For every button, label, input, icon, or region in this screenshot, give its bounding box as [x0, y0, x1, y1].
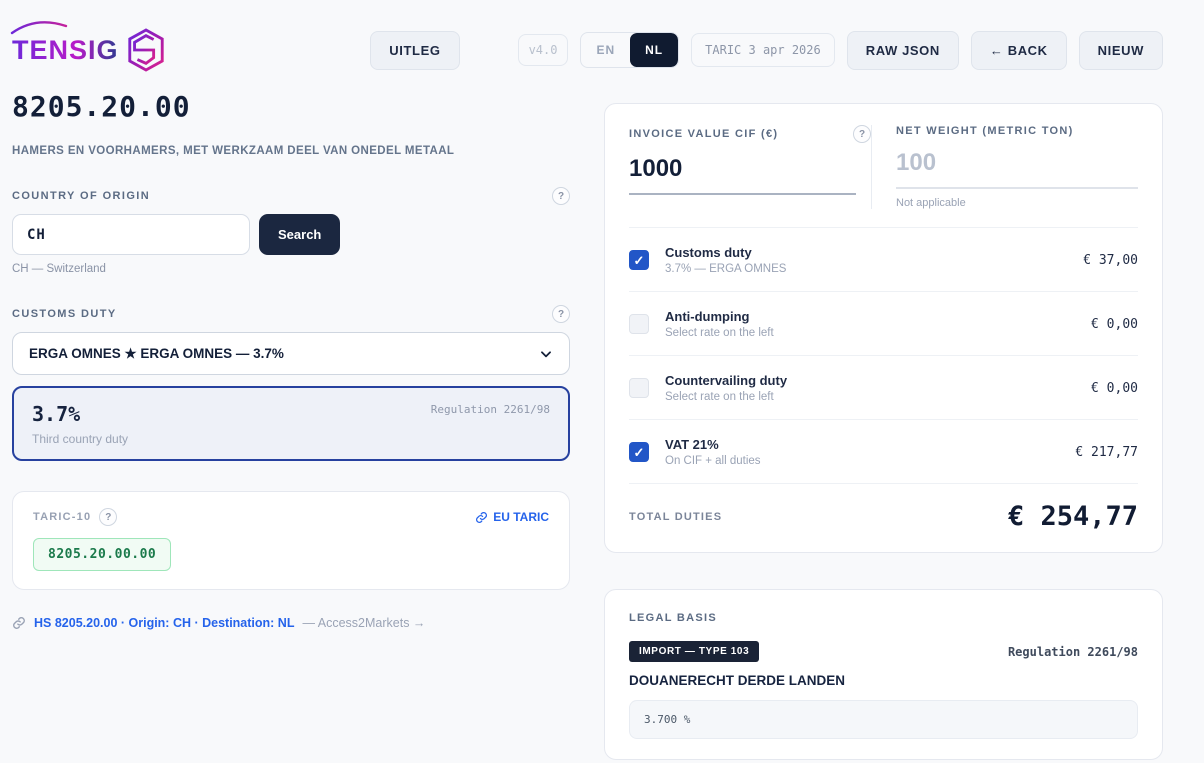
duty-amount: € 37,00: [1083, 253, 1138, 268]
header-controls: v4.0 EN NL TARIC 3 apr 2026 RAW JSON ← B…: [518, 31, 1163, 70]
net-weight-section: NET WEIGHT (METRIC TON) Not applicable: [871, 125, 1138, 209]
lang-nl-button[interactable]: NL: [630, 33, 678, 67]
duty-subtitle: Select rate on the left: [665, 391, 787, 403]
taric-help-icon[interactable]: ?: [99, 508, 117, 526]
taric-code-badge: 8205.20.00.00: [33, 538, 171, 571]
duty-amount: € 0,00: [1091, 317, 1138, 332]
duty-title: Anti-dumping: [665, 309, 774, 324]
taric-label: TARIC-10: [33, 511, 91, 523]
brand-wordmark: TENSIG: [12, 35, 119, 66]
legal-basis-card: LEGAL BASIS IMPORT — TYPE 103 Regulation…: [604, 589, 1163, 760]
invoice-value-input[interactable]: [629, 155, 856, 195]
duty-subtitle: 3.7% — ERGA OMNES: [665, 263, 786, 275]
uitleg-button[interactable]: UITLEG: [370, 31, 459, 70]
duty-rows-list: ✓ Customs duty 3.7% — ERGA OMNES € 37,00…: [629, 227, 1138, 484]
origin-help-icon[interactable]: ?: [552, 187, 570, 205]
duty-title: Countervailing duty: [665, 373, 787, 388]
page: TENSIG UITLEG v4.0 EN NL TARIC 3 apr 202…: [0, 0, 1204, 760]
lang-en-button[interactable]: EN: [581, 33, 630, 67]
language-toggle[interactable]: EN NL: [580, 32, 679, 68]
link-icon: [475, 511, 488, 524]
taric-date-badge: TARIC 3 apr 2026: [691, 33, 835, 67]
net-weight-note: Not applicable: [896, 197, 1138, 209]
total-duties-row: TOTAL DUTIES € 254,77: [629, 484, 1138, 532]
search-button[interactable]: Search: [259, 214, 340, 255]
rate-regulation: Regulation 2261/98: [431, 403, 550, 416]
legal-regulation: Regulation 2261/98: [1008, 645, 1138, 659]
legal-basis-label: LEGAL BASIS: [629, 612, 1138, 624]
invoice-value-section: INVOICE VALUE CIF (€) ?: [629, 125, 871, 209]
eu-taric-link[interactable]: EU TARIC: [475, 510, 549, 524]
back-button[interactable]: ← BACK: [971, 31, 1067, 70]
origin-result-text: CH — Switzerland: [12, 263, 570, 275]
brand-hexagon-icon: [125, 27, 167, 73]
customs-duty-label: CUSTOMS DUTY: [12, 308, 117, 320]
duty-row: ✓ Anti-dumping Select rate on the left €…: [629, 292, 1138, 356]
check-icon: ✓: [634, 446, 645, 459]
access2markets-link[interactable]: — Access2Markets →: [302, 616, 425, 630]
duty-checkbox[interactable]: ✓: [629, 378, 649, 398]
total-duties-label: TOTAL DUTIES: [629, 511, 722, 523]
duty-subtitle: Select rate on the left: [665, 327, 774, 339]
invoice-value-label: INVOICE VALUE CIF (€): [629, 128, 778, 140]
calculator-panel: INVOICE VALUE CIF (€) ? NET WEIGHT (METR…: [604, 72, 1163, 760]
customs-duty-help-icon[interactable]: ?: [552, 305, 570, 323]
brand-logo: TENSIG: [12, 27, 167, 73]
origin-input[interactable]: [12, 214, 250, 255]
duty-amount: € 0,00: [1091, 381, 1138, 396]
duty-title: Customs duty: [665, 245, 786, 260]
header: TENSIG UITLEG v4.0 EN NL TARIC 3 apr 202…: [12, 0, 1163, 72]
duty-checkbox[interactable]: ✓: [629, 314, 649, 334]
duty-row: ✓ Countervailing duty Select rate on the…: [629, 356, 1138, 420]
duty-title: VAT 21%: [665, 437, 761, 452]
total-duties-amount: € 254,77: [1008, 501, 1138, 532]
duty-calculator-card: INVOICE VALUE CIF (€) ? NET WEIGHT (METR…: [604, 103, 1163, 553]
breadcrumb: HS 8205.20.00 · Origin: CH · Destination…: [12, 616, 570, 630]
product-panel: 8205.20.00 HAMERS EN VOORHAMERS, MET WER…: [12, 72, 570, 760]
customs-duty-select[interactable]: ERGA OMNES ★ ERGA OMNES — 3.7%: [12, 332, 570, 375]
raw-json-button[interactable]: RAW JSON: [847, 31, 959, 70]
duty-checkbox[interactable]: ✓: [629, 250, 649, 270]
hs-code-title: 8205.20.00: [12, 90, 570, 123]
duty-checkbox[interactable]: ✓: [629, 442, 649, 462]
import-type-badge: IMPORT — TYPE 103: [629, 641, 759, 662]
country-of-origin-label: COUNTRY OF ORIGIN: [12, 190, 150, 202]
version-badge: v4.0: [518, 34, 569, 66]
link-icon: [12, 616, 26, 630]
legal-rate-box: 3.700 %: [629, 700, 1138, 739]
check-icon: ✓: [634, 254, 645, 267]
duty-row: ✓ Customs duty 3.7% — ERGA OMNES € 37,00: [629, 228, 1138, 292]
eu-taric-link-label: EU TARIC: [493, 510, 549, 524]
breadcrumb-links[interactable]: HS 8205.20.00 · Origin: CH · Destination…: [34, 616, 294, 630]
main-content: 8205.20.00 HAMERS EN VOORHAMERS, MET WER…: [12, 72, 1163, 760]
legal-measure-title: DOUANERECHT DERDE LANDEN: [629, 673, 1138, 688]
nieuw-button[interactable]: NIEUW: [1079, 31, 1163, 70]
chevron-down-icon: [539, 347, 553, 361]
duty-row: ✓ VAT 21% On CIF + all duties € 217,77: [629, 420, 1138, 484]
net-weight-input: [896, 149, 1138, 189]
net-weight-label: NET WEIGHT (METRIC TON): [896, 125, 1074, 137]
duty-amount: € 217,77: [1075, 445, 1138, 460]
taric-card: TARIC-10 ? EU TARIC 8205.20.00.00: [12, 491, 570, 590]
invoice-help-icon[interactable]: ?: [853, 125, 871, 143]
product-description: HAMERS EN VOORHAMERS, MET WERKZAAM DEEL …: [12, 145, 570, 157]
selected-rate-card[interactable]: 3.7% Regulation 2261/98 Third country du…: [12, 386, 570, 461]
rate-note: Third country duty: [32, 432, 550, 446]
customs-duty-selected-option: ERGA OMNES ★ ERGA OMNES — 3.7%: [29, 346, 284, 362]
duty-subtitle: On CIF + all duties: [665, 455, 761, 467]
